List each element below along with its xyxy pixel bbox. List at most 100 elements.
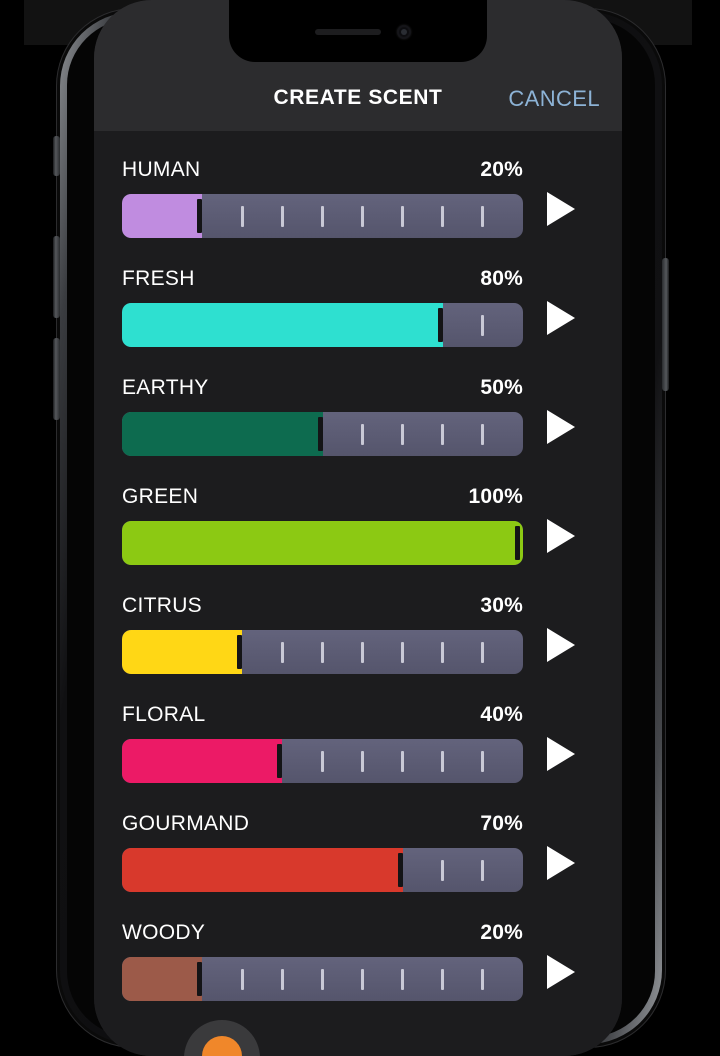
play-icon[interactable] [547, 410, 575, 444]
volume-down-button[interactable] [53, 338, 60, 420]
slider-header: GOURMAND 70% [122, 801, 523, 836]
slider-track[interactable] [122, 848, 523, 892]
capsule-indicator-icon [202, 1036, 242, 1056]
slider-header: EARTHY 50% [122, 365, 523, 400]
slider-handle[interactable] [197, 199, 203, 233]
slider-label: GREEN [122, 485, 199, 508]
slider-tick [361, 751, 365, 772]
slider-tick [441, 642, 445, 663]
slider-tick [361, 969, 365, 990]
slider-track[interactable] [122, 521, 523, 565]
slider-tick [401, 642, 405, 663]
slider-value: 40% [480, 703, 523, 726]
slider-fill [122, 739, 283, 783]
play-icon[interactable] [547, 737, 575, 771]
slider-label: FLORAL [122, 703, 206, 726]
speaker-grille-icon [315, 29, 381, 35]
slider-label: GOURMAND [122, 812, 250, 835]
play-icon[interactable] [547, 192, 575, 226]
slider-fill [122, 957, 203, 1001]
slider-tick [361, 642, 365, 663]
slider-tick [321, 751, 324, 772]
slider-tick [401, 424, 405, 445]
phone-device: CREATE SCENT CANCEL HUMAN 20% FRESH 80% EART… [53, 0, 669, 1056]
slider-tick [240, 206, 244, 227]
slider-handle[interactable] [397, 853, 403, 887]
slider-track[interactable] [122, 303, 523, 347]
slider-tick [481, 751, 485, 772]
slider-tick [401, 206, 405, 227]
slider-handle[interactable] [317, 417, 323, 451]
slider-handle[interactable] [437, 308, 443, 342]
slider-track[interactable] [122, 957, 523, 1001]
slider-value: 20% [480, 921, 523, 944]
slider-tick [240, 969, 244, 990]
slider-label: HUMAN [122, 158, 201, 181]
scent-slider-row: FLORAL 40% [94, 692, 622, 801]
slider-tick [481, 642, 485, 663]
slider-handle[interactable] [237, 635, 243, 669]
slider-value: 50% [480, 376, 523, 399]
play-icon[interactable] [547, 628, 575, 662]
slider-track[interactable] [122, 412, 523, 456]
play-icon[interactable] [547, 519, 575, 553]
slider-handle[interactable] [277, 744, 283, 778]
slider-fill [122, 303, 443, 347]
slider-fill [122, 848, 403, 892]
slider-tick [321, 969, 324, 990]
slider-tick [441, 751, 445, 772]
slider-value: 100% [468, 485, 523, 508]
slider-tick [321, 206, 324, 227]
slider-tick [401, 969, 405, 990]
slider-tick [280, 206, 284, 227]
cancel-button[interactable]: CANCEL [508, 86, 600, 112]
play-icon[interactable] [547, 955, 575, 989]
scent-slider-row: CITRUS 30% [94, 583, 622, 692]
scent-slider-row: GOURMAND 70% [94, 801, 622, 910]
slider-tick [481, 206, 485, 227]
slider-tick [481, 424, 485, 445]
scent-slider-row: FRESH 80% [94, 256, 622, 365]
slider-tick [361, 424, 365, 445]
slider-handle[interactable] [515, 526, 520, 560]
slider-header: GREEN 100% [122, 474, 523, 509]
scent-slider-row: EARTHY 50% [94, 365, 622, 474]
slider-value: 20% [480, 158, 523, 181]
slider-value: 70% [480, 812, 523, 835]
slider-handle[interactable] [197, 962, 203, 996]
scent-slider-row: HUMAN 20% [94, 147, 622, 256]
slider-track[interactable] [122, 630, 523, 674]
slider-label: EARTHY [122, 376, 209, 399]
mute-switch[interactable] [53, 136, 60, 176]
slider-tick [441, 424, 445, 445]
slider-label: WOODY [122, 921, 206, 944]
slider-tick [481, 860, 485, 881]
slider-fill [122, 412, 323, 456]
front-camera-icon [397, 25, 411, 39]
slider-tick [401, 751, 405, 772]
power-button[interactable] [662, 258, 669, 391]
slider-header: WOODY 20% [122, 910, 523, 945]
play-icon[interactable] [547, 846, 575, 880]
slider-track[interactable] [122, 739, 523, 783]
slider-tick [441, 206, 445, 227]
slider-header: FRESH 80% [122, 256, 523, 291]
slider-tick [321, 642, 324, 663]
slider-value: 30% [480, 594, 523, 617]
play-icon[interactable] [547, 301, 575, 335]
scent-slider-list: HUMAN 20% FRESH 80% EARTHY 50% GREEN 100% CITRUS… [94, 131, 622, 1056]
slider-tick [280, 642, 284, 663]
slider-fill [122, 194, 203, 238]
scent-slider-row: GREEN 100% [94, 474, 622, 583]
slider-fill [122, 630, 243, 674]
phone-screen: CREATE SCENT CANCEL HUMAN 20% FRESH 80% EART… [94, 0, 622, 1056]
volume-up-button[interactable] [53, 236, 60, 318]
slider-track[interactable] [122, 194, 523, 238]
slider-label: FRESH [122, 267, 195, 290]
slider-tick [481, 315, 485, 336]
slider-header: HUMAN 20% [122, 147, 523, 182]
slider-tick [481, 969, 485, 990]
display-notch [229, 0, 487, 62]
slider-value: 80% [480, 267, 523, 290]
slider-tick [441, 860, 445, 881]
